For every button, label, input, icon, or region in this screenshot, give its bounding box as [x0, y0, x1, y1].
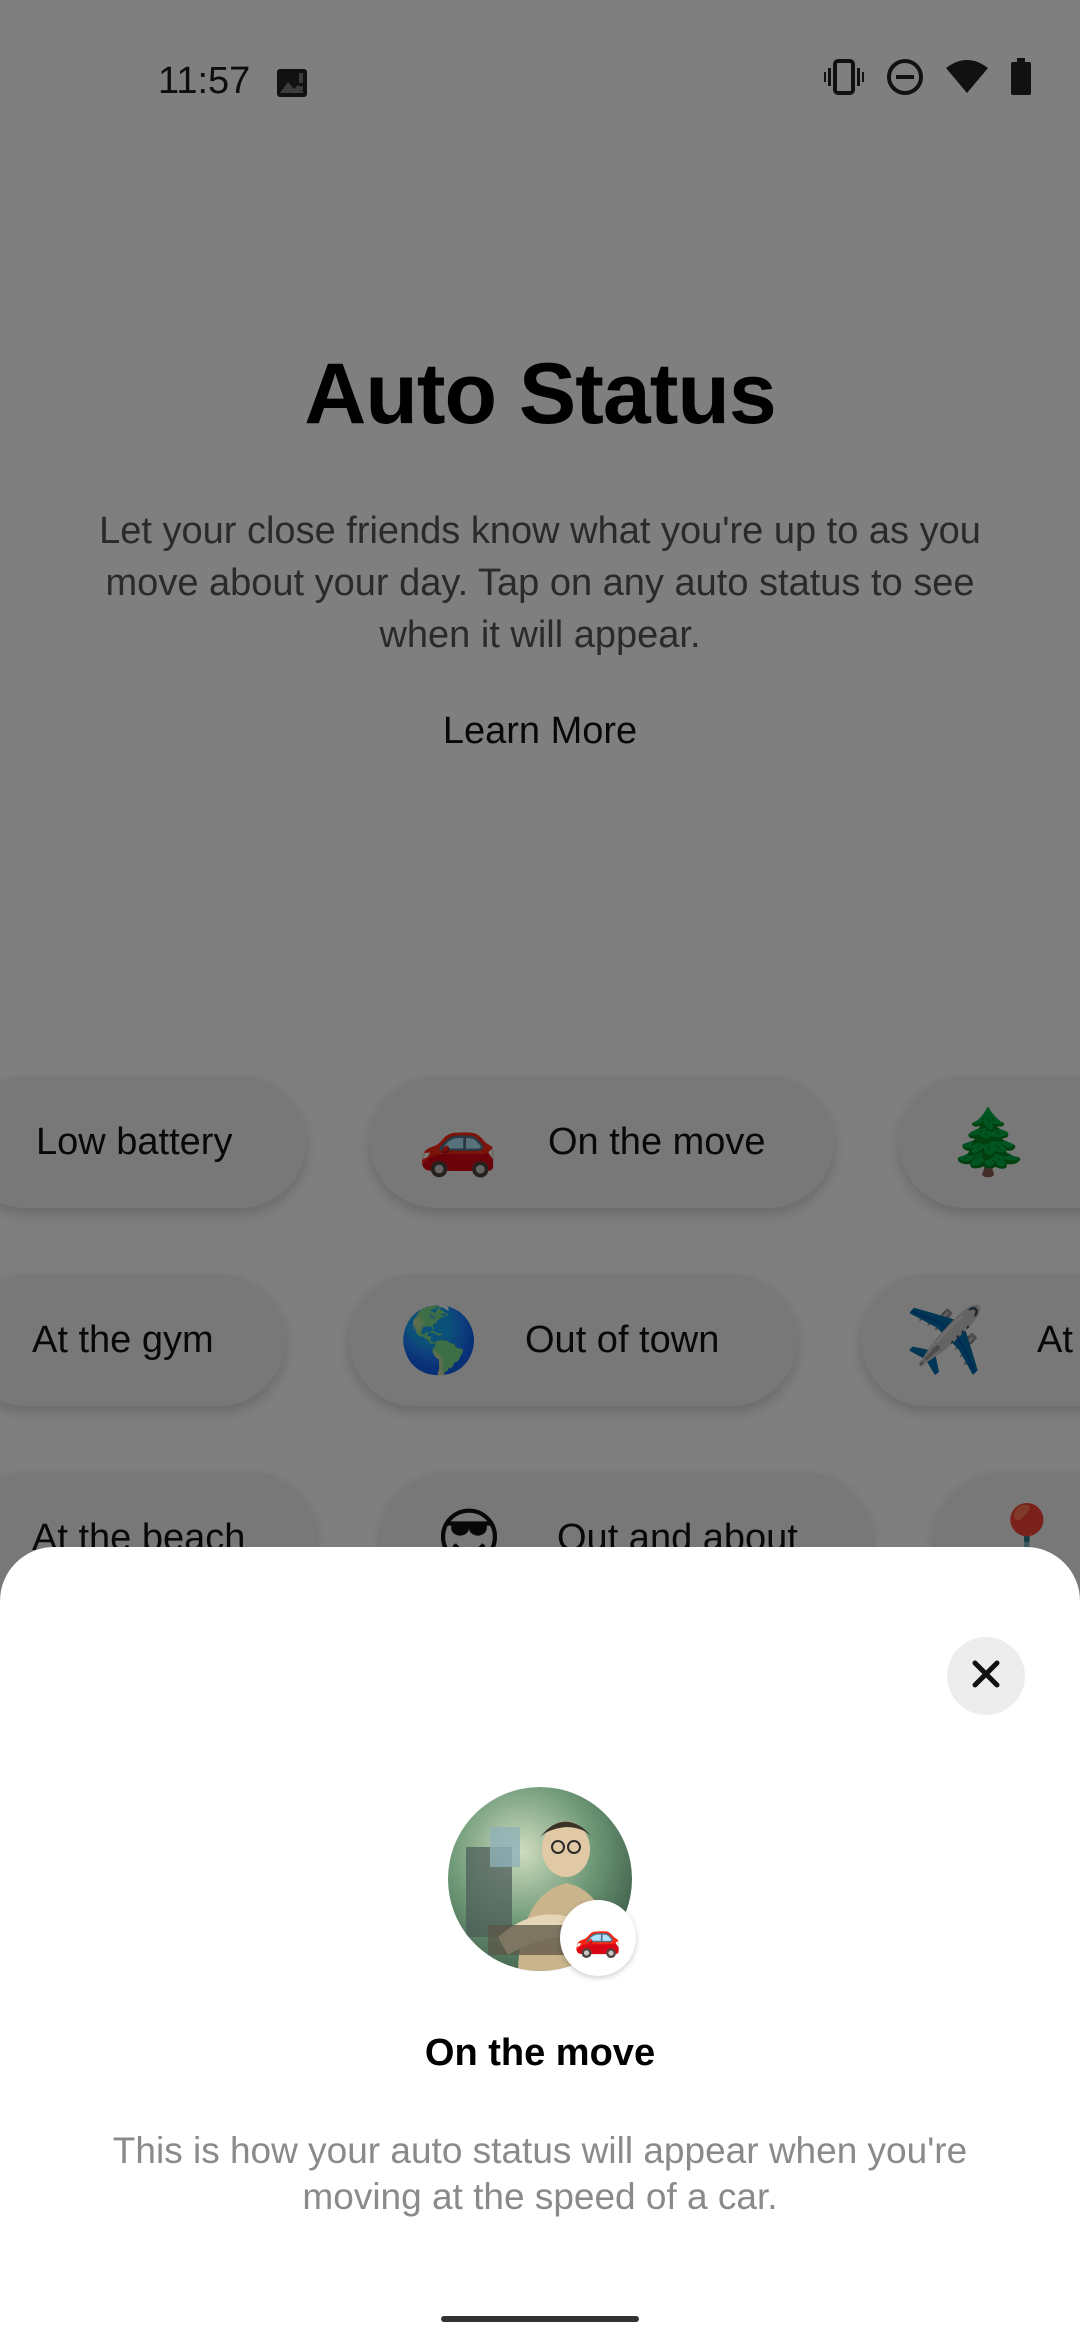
close-button[interactable] [947, 1637, 1025, 1715]
sheet-title: On the move [424, 2032, 656, 2074]
home-indicator[interactable] [441, 2316, 639, 2322]
close-icon [971, 1659, 1001, 1694]
status-badge: 🚗 [560, 1900, 636, 1976]
sheet-description: This is how your auto status will appear… [112, 2130, 968, 2217]
app-screen: 11:57 Auto Status Let your close friends… [0, 0, 1080, 2340]
car-icon: 🚗 [574, 1917, 622, 1959]
